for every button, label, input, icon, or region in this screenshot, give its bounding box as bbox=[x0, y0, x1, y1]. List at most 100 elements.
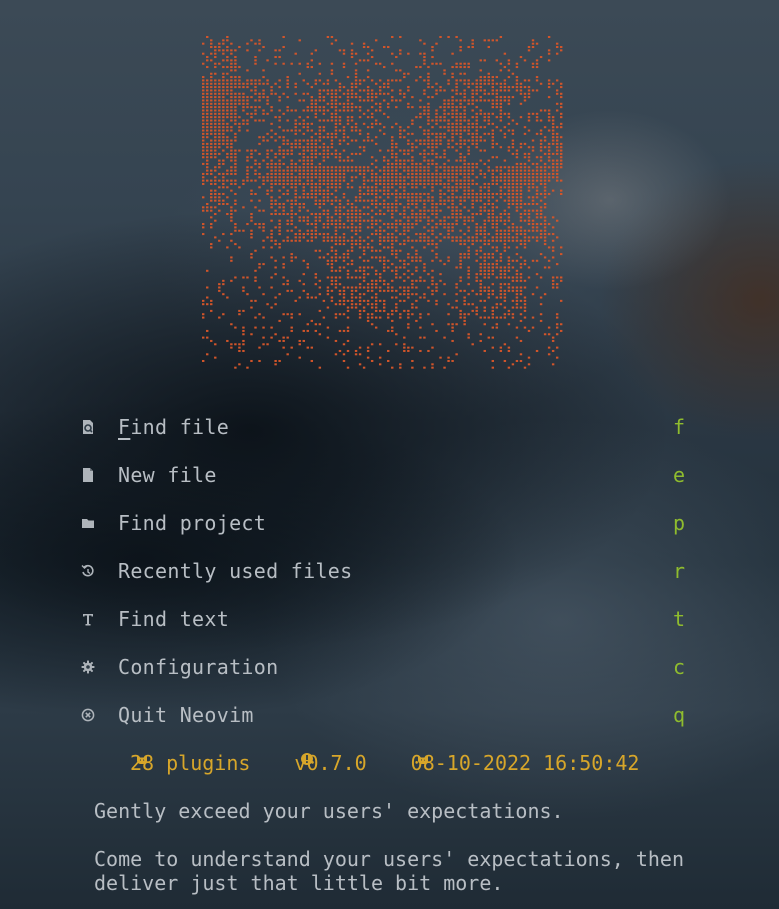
logo-dot bbox=[346, 349, 350, 352]
logo-dot bbox=[346, 329, 350, 332]
logo-dot bbox=[391, 166, 394, 169]
logo-dot bbox=[443, 132, 446, 135]
logo-dot bbox=[218, 86, 221, 89]
menu-item-recent-files[interactable]: Recently used files r bbox=[80, 558, 685, 584]
logo-dot bbox=[354, 166, 358, 169]
logo-dot bbox=[431, 162, 434, 165]
logo-dot bbox=[479, 213, 482, 216]
logo-dot bbox=[399, 219, 402, 222]
logo-dot bbox=[294, 82, 297, 85]
logo-dot bbox=[507, 229, 511, 232]
logo-dot bbox=[395, 176, 398, 179]
logo-dot bbox=[467, 333, 470, 336]
logo-dot bbox=[419, 196, 422, 199]
logo-dot bbox=[338, 122, 342, 125]
logo-dot bbox=[230, 89, 233, 92]
logo-dot bbox=[427, 102, 430, 105]
logo-dot bbox=[354, 139, 358, 142]
logo-dot bbox=[507, 349, 511, 352]
logo-dot bbox=[431, 56, 434, 59]
logo-dot bbox=[326, 289, 330, 292]
logo-dot bbox=[274, 152, 277, 155]
logo-dot bbox=[270, 159, 273, 162]
menu-item-new-file[interactable]: New file e bbox=[80, 462, 685, 488]
menu-item-configuration[interactable]: Configuration c bbox=[80, 654, 685, 680]
logo-dot bbox=[374, 296, 378, 299]
logo-dot bbox=[258, 136, 261, 139]
logo-dot bbox=[206, 203, 209, 205]
logo-dot bbox=[443, 192, 446, 195]
logo-dot bbox=[447, 226, 450, 229]
logo-dot bbox=[395, 56, 398, 59]
logo-dot bbox=[226, 59, 229, 62]
logo-dot bbox=[362, 186, 366, 189]
logo-dot bbox=[495, 99, 499, 102]
menu-item-find-project[interactable]: Find project p bbox=[80, 510, 685, 536]
logo-dot bbox=[427, 106, 430, 109]
logo-dot bbox=[459, 139, 462, 142]
logo-dot bbox=[354, 216, 358, 219]
logo-dot bbox=[254, 149, 257, 152]
logo-dot bbox=[322, 152, 326, 155]
logo-dot bbox=[358, 116, 362, 119]
logo-dot bbox=[370, 172, 374, 175]
logo-dot bbox=[475, 233, 478, 236]
logo-dot bbox=[559, 122, 563, 125]
logo-dot bbox=[423, 246, 426, 249]
logo-dot bbox=[202, 299, 205, 302]
menu-item-find-text[interactable]: Find text t bbox=[80, 606, 685, 632]
logo-dot bbox=[443, 366, 446, 369]
logo-dot bbox=[362, 246, 366, 249]
logo-dot bbox=[547, 246, 551, 249]
logo-dot bbox=[499, 109, 503, 112]
logo-dot bbox=[262, 226, 265, 229]
logo-dot bbox=[266, 59, 269, 62]
logo-dot bbox=[471, 166, 474, 169]
logo-dot bbox=[370, 246, 374, 249]
logo-dot bbox=[210, 206, 213, 209]
logo-dot bbox=[254, 223, 257, 226]
logo-dot bbox=[499, 303, 503, 306]
logo-dot bbox=[354, 239, 358, 242]
logo-dot bbox=[330, 186, 334, 189]
logo-dot bbox=[423, 142, 426, 145]
logo-dot bbox=[374, 316, 378, 319]
logo-dot bbox=[278, 169, 281, 172]
logo-dot bbox=[423, 79, 426, 82]
logo-dot bbox=[210, 139, 213, 142]
logo-dot bbox=[547, 112, 551, 115]
menu-item-find-file[interactable]: Find file f bbox=[80, 414, 685, 440]
logo-dot bbox=[403, 293, 406, 296]
logo-dot bbox=[222, 116, 225, 119]
logo-dot bbox=[342, 169, 346, 172]
logo-dot bbox=[254, 249, 257, 252]
menu-item-label: New file bbox=[118, 463, 217, 487]
logo-dot bbox=[479, 299, 482, 302]
logo-dot bbox=[455, 219, 458, 222]
logo-dot bbox=[226, 99, 229, 102]
logo-dot bbox=[326, 239, 330, 242]
logo-dot bbox=[463, 323, 466, 326]
logo-dot bbox=[395, 256, 398, 259]
logo-dot bbox=[399, 363, 402, 366]
logo-dot bbox=[447, 122, 450, 125]
logo-dot bbox=[358, 152, 362, 155]
logo-dot bbox=[399, 243, 402, 246]
logo-dot bbox=[378, 233, 382, 236]
logo-dot bbox=[274, 333, 277, 336]
logo-dot bbox=[559, 146, 563, 149]
logo-dot bbox=[306, 216, 309, 219]
logo-dot bbox=[366, 289, 370, 292]
logo-dot bbox=[358, 309, 362, 312]
logo-dot bbox=[407, 172, 410, 175]
logo-dot bbox=[370, 343, 374, 346]
logo-dot bbox=[511, 152, 515, 155]
logo-dot bbox=[238, 346, 241, 349]
logo-dot bbox=[399, 182, 402, 185]
logo-dot bbox=[519, 142, 523, 145]
logo-dot bbox=[451, 216, 454, 219]
menu-item-quit[interactable]: Quit Neovim q bbox=[80, 702, 685, 728]
logo-dot bbox=[507, 199, 511, 202]
logo-dot bbox=[451, 329, 454, 332]
logo-dot bbox=[218, 239, 221, 242]
